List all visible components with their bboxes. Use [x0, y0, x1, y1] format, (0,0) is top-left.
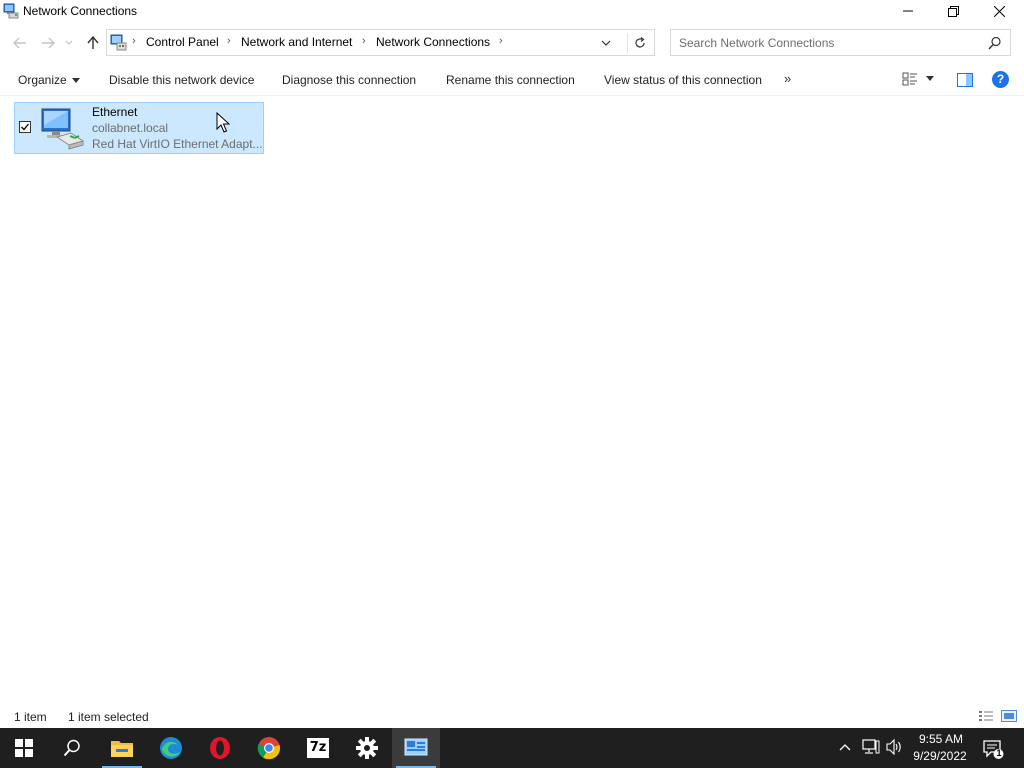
search-box[interactable]: [670, 29, 1011, 56]
taskbar-search-button[interactable]: [48, 728, 96, 768]
back-button[interactable]: [10, 34, 30, 52]
back-arrow-icon: [13, 37, 26, 49]
refresh-icon: [635, 37, 645, 48]
chevron-down-icon: [601, 40, 611, 46]
taskbar: 7z 9:55 AM 9/29/2022 1: [0, 728, 1024, 768]
search-input[interactable]: [679, 35, 979, 51]
minimize-button[interactable]: [885, 0, 931, 22]
network-tray-icon[interactable]: [862, 739, 880, 755]
chrome-icon: [257, 737, 281, 760]
disable-network-device-button[interactable]: Disable this network device: [109, 73, 254, 87]
connection-adapter: Red Hat VirtIO Ethernet Adapt...: [92, 137, 263, 151]
breadcrumb-separator: ›: [227, 35, 231, 47]
up-button[interactable]: [83, 34, 103, 52]
network-connections-icon: [404, 738, 428, 756]
edge-icon: [160, 737, 182, 759]
breadcrumb-separator: ›: [499, 35, 503, 47]
settings-icon: [356, 737, 378, 759]
start-button[interactable]: [0, 728, 48, 768]
selected-count: 1 item selected: [68, 710, 149, 724]
action-center-button[interactable]: 1: [982, 738, 1004, 760]
7zip-icon: 7z: [307, 738, 329, 758]
chevron-down-icon: [65, 40, 73, 45]
window-title: Network Connections: [23, 4, 138, 18]
more-commands-button[interactable]: »: [784, 71, 791, 86]
ethernet-adapter-icon: [41, 108, 85, 150]
view-options-dropdown-icon[interactable]: [926, 76, 934, 81]
taskbar-edge[interactable]: [147, 728, 195, 768]
item-checkbox[interactable]: [19, 121, 31, 133]
opera-icon: [210, 737, 230, 759]
item-count: 1 item: [14, 710, 47, 724]
restore-icon: [947, 5, 959, 17]
help-icon[interactable]: ?: [992, 71, 1009, 88]
breadcrumb-separator: ›: [362, 35, 366, 47]
close-button[interactable]: [976, 0, 1022, 22]
breadcrumb-network-and-internet[interactable]: Network and Internet: [241, 35, 352, 49]
mouse-cursor-icon: [216, 112, 230, 133]
details-view-icon[interactable]: [978, 710, 994, 722]
restore-button[interactable]: [930, 0, 976, 22]
checkmark-icon: [21, 123, 30, 131]
search-icon[interactable]: [988, 36, 1002, 50]
diagnose-connection-button[interactable]: Diagnose this connection: [282, 73, 416, 87]
up-arrow-icon: [87, 36, 99, 49]
search-icon: [63, 739, 80, 757]
organize-label: Organize: [18, 73, 67, 87]
taskbar-opera[interactable]: [196, 728, 244, 768]
title-bar[interactable]: Network Connections: [0, 0, 1024, 24]
connection-network: collabnet.local: [92, 121, 169, 135]
address-history-dropdown[interactable]: [597, 36, 615, 50]
status-bar: 1 item 1 item selected: [0, 706, 1024, 728]
file-explorer-icon: [111, 741, 133, 757]
forward-button[interactable]: [38, 34, 58, 52]
recent-locations-button[interactable]: [63, 34, 75, 52]
taskbar-7zip[interactable]: 7z: [294, 728, 342, 768]
large-icons-view-icon[interactable]: [1001, 710, 1017, 722]
control-panel-icon: [110, 34, 127, 51]
preview-pane-icon[interactable]: [957, 73, 973, 87]
organize-button[interactable]: Organize: [18, 73, 80, 87]
show-hidden-icons-icon[interactable]: [838, 740, 852, 754]
dropdown-arrow-icon: [71, 78, 80, 84]
breadcrumb-network-connections[interactable]: Network Connections: [376, 35, 490, 49]
breadcrumb-control-panel[interactable]: Control Panel: [146, 35, 219, 49]
clock-time[interactable]: 9:55 AM: [917, 732, 965, 746]
refresh-button[interactable]: [627, 33, 652, 53]
taskbar-network-connections[interactable]: [392, 728, 440, 768]
change-view-icon[interactable]: [902, 72, 918, 86]
rename-connection-button[interactable]: Rename this connection: [446, 73, 575, 87]
7zip-label: 7z: [309, 740, 327, 755]
address-bar[interactable]: › Control Panel › Network and Internet ›…: [106, 29, 655, 56]
taskbar-chrome[interactable]: [245, 728, 293, 768]
view-status-button[interactable]: View status of this connection: [604, 73, 762, 87]
connection-name: Ethernet: [92, 105, 138, 119]
close-icon: [993, 5, 1005, 17]
clock-date[interactable]: 9/29/2022: [910, 749, 970, 763]
forward-arrow-icon: [42, 37, 55, 49]
taskbar-settings[interactable]: [343, 728, 391, 768]
start-icon: [15, 739, 33, 757]
volume-icon[interactable]: [886, 739, 904, 755]
minimize-icon: [903, 10, 913, 12]
taskbar-file-explorer[interactable]: [98, 728, 146, 768]
notification-count: 1: [996, 748, 1002, 758]
network-connections-icon: [3, 3, 19, 19]
breadcrumb-separator: ›: [132, 35, 136, 47]
